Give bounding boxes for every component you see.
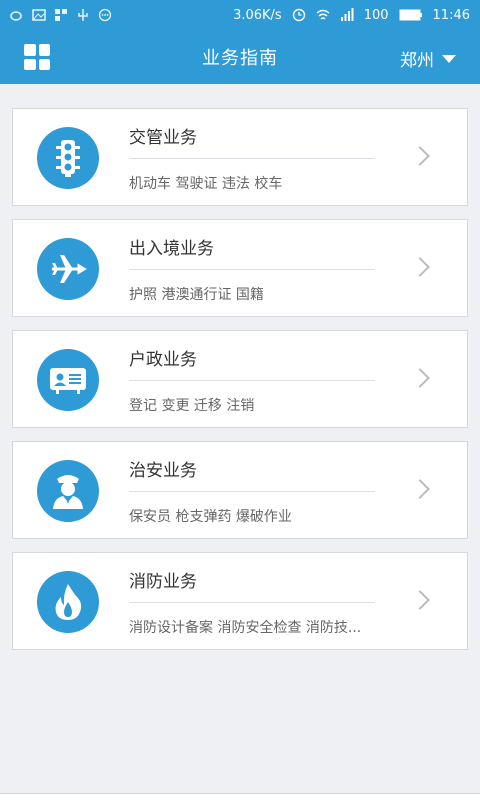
card-title: 治安业务: [129, 461, 197, 481]
grid-notify-icon: [55, 9, 67, 21]
card-subtitle: 登记 变更 迁移 注销: [129, 398, 255, 414]
signal-icon: [340, 8, 354, 21]
divider: [129, 380, 375, 381]
battery-level: 100: [363, 7, 389, 23]
card-traffic[interactable]: 交管业务 机动车 驾驶证 违法 校车: [12, 108, 468, 206]
status-bar: 3.06K/s 100 11:46: [0, 0, 480, 30]
chevron-right-icon: [410, 257, 430, 277]
chevron-down-icon: [442, 54, 456, 63]
city-selector[interactable]: 郑州: [400, 46, 456, 71]
card-subtitle: 护照 港澳通行证 国籍: [129, 287, 264, 303]
battery-icon: [399, 9, 422, 21]
usb-icon: [78, 9, 88, 21]
chevron-right-icon: [410, 146, 430, 166]
police-officer-icon: [37, 460, 99, 522]
network-speed: 3.06K/s: [233, 7, 282, 23]
airplane-icon: [37, 238, 99, 300]
divider: [129, 269, 375, 270]
card-subtitle: 消防设计备案 消防安全检查 消防技...: [129, 620, 362, 636]
bottom-navigation: [0, 793, 480, 803]
notification-icons: [10, 8, 112, 22]
divider: [129, 602, 375, 603]
image-icon: [32, 9, 46, 21]
chevron-right-icon: [410, 368, 430, 388]
card-title: 交管业务: [129, 128, 197, 148]
city-label: 郑州: [400, 51, 434, 71]
fire-icon: [37, 571, 99, 633]
card-title: 消防业务: [129, 572, 197, 592]
business-list: 交管业务 机动车 驾驶证 违法 校车 出入境业务 护照 港澳通行证 国籍 户政业…: [12, 108, 468, 663]
clock: 11:46: [432, 7, 470, 23]
chevron-right-icon: [410, 479, 430, 499]
page-title: 业务指南: [202, 48, 278, 69]
card-subtitle: 保安员 枪支弹药 爆破作业: [129, 509, 292, 525]
divider: [129, 491, 375, 492]
app-header: 业务指南 郑州: [0, 30, 480, 84]
alarm-icon: [292, 8, 305, 22]
card-title: 出入境业务: [129, 239, 214, 259]
more-icon: [98, 8, 112, 22]
traffic-light-icon: [37, 127, 99, 189]
weibo-icon: [10, 11, 22, 21]
card-exit-entry[interactable]: 出入境业务 护照 港澳通行证 国籍: [12, 219, 468, 317]
card-public-security[interactable]: 治安业务 保安员 枪支弹药 爆破作业: [12, 441, 468, 539]
system-status: 3.06K/s 100 11:46: [233, 8, 470, 23]
card-title: 户政业务: [129, 350, 197, 370]
wifi-icon: [316, 9, 330, 20]
chevron-right-icon: [410, 590, 430, 610]
card-fire-protection[interactable]: 消防业务 消防设计备案 消防安全检查 消防技...: [12, 552, 468, 650]
menu-grid-icon[interactable]: [24, 44, 50, 70]
card-subtitle: 机动车 驾驶证 违法 校车: [129, 176, 283, 192]
id-card-icon: [37, 349, 99, 411]
divider: [129, 158, 375, 159]
card-household[interactable]: 户政业务 登记 变更 迁移 注销: [12, 330, 468, 428]
